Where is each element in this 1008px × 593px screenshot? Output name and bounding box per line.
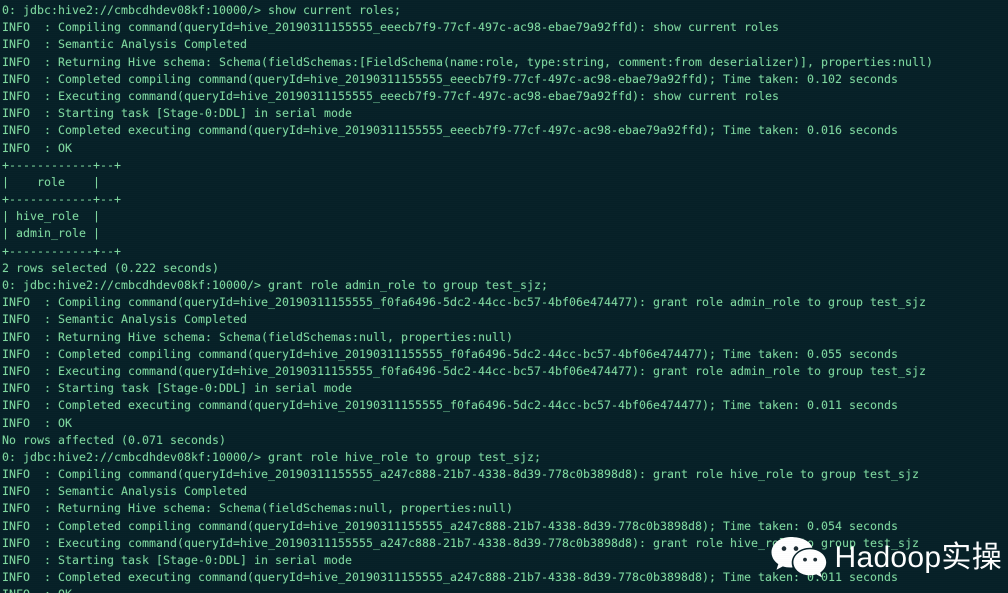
terminal-line: 0: jdbc:hive2://cmbcdhdev08kf:10000/> sh…: [2, 3, 402, 17]
terminal-line: INFO : Completed executing command(query…: [2, 398, 899, 413]
terminal-line: INFO : Semantic Analysis Completed: [2, 37, 248, 52]
terminal-line: INFO : Semantic Analysis Completed: [2, 312, 248, 327]
terminal-line: INFO : Starting task [Stage-0:DDL] in se…: [2, 106, 353, 121]
terminal-line: INFO : Compiling command(queryId=hive_20…: [2, 295, 927, 310]
terminal-line: 0: jdbc:hive2://cmbcdhdev08kf:10000/> gr…: [2, 449, 542, 464]
terminal-line: INFO : OK: [2, 415, 73, 430]
terminal-line: INFO : Starting task [Stage-0:DDL] in se…: [2, 553, 353, 567]
terminal-line: 2 rows selected (0.222 seconds): [2, 260, 220, 275]
terminal-line: INFO : Completed compiling command(query…: [2, 518, 899, 533]
terminal-line: INFO : Returning Hive schema: Schema(fie…: [2, 54, 934, 69]
terminal-line: +------------+--+: [2, 192, 122, 207]
terminal-line: INFO : OK: [2, 586, 1008, 593]
terminal-output: 0: jdbc:hive2://cmbcdhdev08kf:10000/> sh…: [2, 2, 1008, 593]
terminal-line: +------------+--+: [2, 157, 122, 172]
terminal-line: INFO : Completed compiling command(query…: [2, 346, 899, 361]
terminal-line: INFO : Compiling command(queryId=hive_20…: [2, 20, 780, 35]
terminal-line: +------------+--+: [2, 243, 122, 258]
terminal-line: INFO : Completed executing command(query…: [2, 570, 899, 585]
terminal-window[interactable]: 0: jdbc:hive2://cmbcdhdev08kf:10000/> sh…: [0, 0, 1008, 593]
terminal-line: INFO : Completed executing command(query…: [2, 123, 899, 138]
terminal-line: INFO : Returning Hive schema: Schema(fie…: [2, 329, 514, 344]
terminal-line: 0: jdbc:hive2://cmbcdhdev08kf:10000/> gr…: [2, 278, 549, 292]
terminal-line: INFO : Executing command(queryId=hive_20…: [2, 363, 927, 378]
terminal-line: INFO : Executing command(queryId=hive_20…: [2, 535, 920, 550]
terminal-line: INFO : Starting task [Stage-0:DDL] in se…: [2, 381, 353, 396]
terminal-line: INFO : OK: [2, 140, 73, 155]
terminal-line: INFO : Completed compiling command(query…: [2, 71, 899, 86]
terminal-line: | hive_role |: [2, 209, 101, 224]
terminal-line: INFO : Semantic Analysis Completed: [2, 484, 248, 499]
terminal-line: INFO : Returning Hive schema: Schema(fie…: [2, 501, 514, 516]
terminal-line: | role |: [2, 174, 101, 189]
terminal-line: INFO : Executing command(queryId=hive_20…: [2, 88, 780, 103]
terminal-line: | admin_role |: [2, 226, 101, 241]
terminal-line: No rows affected (0.071 seconds): [2, 432, 227, 447]
terminal-line: INFO : Compiling command(queryId=hive_20…: [2, 467, 920, 482]
